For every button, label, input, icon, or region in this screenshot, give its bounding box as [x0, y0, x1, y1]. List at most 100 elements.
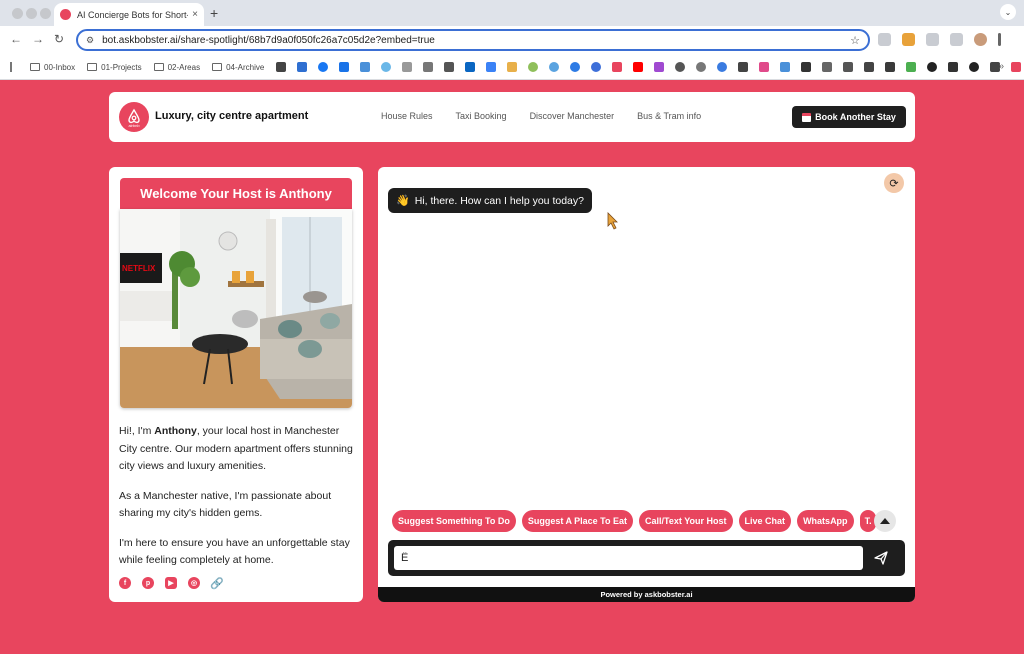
close-window-button[interactable] [12, 8, 23, 19]
bookmark-icon[interactable] [843, 62, 854, 72]
bookmark-icon[interactable] [612, 62, 623, 72]
nav-link-bus-tram-info[interactable]: Bus & Tram info [637, 111, 701, 121]
link-icon[interactable]: 🔗 [210, 577, 224, 590]
chip-call-text-your-host[interactable]: Call/Text Your Host [639, 510, 733, 532]
tab-close-icon[interactable]: × [192, 9, 198, 20]
bookmark-icon[interactable] [675, 62, 686, 72]
chat-input-bar [388, 540, 905, 576]
host-name: Anthony [154, 425, 197, 437]
puzzle-icon[interactable] [950, 33, 963, 46]
extension-icon[interactable] [902, 33, 915, 46]
bookmark-icon[interactable] [276, 62, 287, 72]
bookmark-icon[interactable] [633, 62, 644, 72]
mouse-cursor-icon [607, 212, 618, 230]
extension-icons [878, 33, 1001, 46]
site-header: airbnb Luxury, city centre apartment Hou… [109, 92, 915, 142]
book-another-stay-button[interactable]: Book Another Stay [792, 106, 906, 128]
chat-message-input[interactable] [394, 546, 863, 570]
back-icon[interactable]: ← [10, 32, 22, 46]
site-settings-icon[interactable]: ⚙ [86, 35, 94, 46]
chip-suggest-something-to-do[interactable]: Suggest Something To Do [392, 510, 516, 532]
scroll-up-button[interactable] [874, 510, 896, 532]
bookmark-icon[interactable] [339, 62, 350, 72]
logo-text: airbnb [128, 123, 140, 128]
bookmark-icon[interactable] [906, 62, 917, 72]
bookmark-icon[interactable] [570, 62, 581, 72]
bookmarks-overflow-button[interactable]: » [998, 61, 1004, 72]
globe-icon[interactable]: ◎ [188, 577, 200, 589]
bookmark-icon[interactable] [1011, 62, 1022, 72]
bookmark-icon[interactable] [738, 62, 749, 72]
suggestion-chips: Suggest Something To Do Suggest A Place … [392, 510, 876, 532]
tab-search-icon[interactable]: ⌄ [1000, 4, 1016, 20]
chip-live-chat[interactable]: Live Chat [738, 510, 792, 532]
bookmark-icon[interactable] [969, 62, 980, 72]
bookmark-icon[interactable] [759, 62, 770, 72]
calendar-icon [802, 112, 812, 122]
address-bar[interactable]: ⚙ bot.askbobster.ai/share-spotlight/68b7… [76, 29, 870, 51]
bookmark-folder[interactable]: 01-Projects [87, 63, 142, 72]
bookmark-icon[interactable] [381, 62, 392, 72]
new-tab-button[interactable]: + [210, 5, 218, 21]
bookmark-icon[interactable] [528, 62, 539, 72]
url-text[interactable]: bot.askbobster.ai/share-spotlight/68b7d9… [102, 35, 850, 46]
bookmark-icon[interactable] [801, 62, 812, 72]
facebook-icon[interactable]: f [119, 577, 131, 589]
minimize-window-button[interactable] [26, 8, 37, 19]
bookmark-icon[interactable] [717, 62, 728, 72]
reload-icon[interactable]: ↻ [54, 32, 64, 46]
chip-suggest-a-place-to-eat[interactable]: Suggest A Place To Eat [521, 510, 634, 532]
refresh-chat-icon[interactable]: ⟳ [884, 173, 904, 193]
pinterest-icon[interactable]: p [142, 577, 154, 589]
airbnb-logo: airbnb [119, 102, 149, 132]
youtube-icon[interactable]: ▶ [165, 577, 177, 589]
bookmark-icon[interactable] [822, 62, 833, 72]
bookmark-icon[interactable] [948, 62, 959, 72]
bio-paragraph: As a Manchester native, I'm passionate a… [119, 489, 332, 520]
bookmark-icon[interactable] [507, 62, 518, 72]
apartment-photo: NETFLIX [120, 209, 352, 408]
maximize-window-button[interactable] [40, 8, 51, 19]
bookmark-folder[interactable]: 00-Inbox [30, 63, 75, 72]
tv-logo-text: NETFLIX [122, 264, 156, 273]
bookmark-icon[interactable] [864, 62, 875, 72]
bookmark-icon[interactable] [297, 62, 308, 72]
tab-title: AI Concierge Bots for Short- [77, 9, 189, 20]
bookmark-icon[interactable] [591, 62, 602, 72]
bookmark-star-icon[interactable]: ☆ [850, 34, 860, 47]
bookmark-icon[interactable] [423, 62, 434, 72]
bookmark-icon[interactable] [360, 62, 371, 72]
bookmark-icon[interactable] [486, 62, 497, 72]
send-icon[interactable] [872, 549, 890, 567]
bookmark-icon[interactable] [885, 62, 896, 72]
host-bio: Hi!, I'm Anthony, your local host in Man… [119, 423, 357, 582]
tab-strip: AI Concierge Bots for Short- × + ⌄ [0, 0, 1024, 26]
nav-link-discover-manchester[interactable]: Discover Manchester [530, 111, 615, 121]
apps-grid-icon[interactable] [10, 62, 12, 72]
bookmark-icon[interactable] [654, 62, 665, 72]
extension-icon[interactable] [926, 33, 939, 46]
bookmark-icon[interactable] [444, 62, 455, 72]
bookmark-folder[interactable]: 04-Archive [212, 63, 264, 72]
bookmark-icon[interactable] [549, 62, 560, 72]
nav-link-taxi-booking[interactable]: Taxi Booking [456, 111, 507, 121]
bookmark-icon[interactable] [402, 62, 413, 72]
browser-tab[interactable]: AI Concierge Bots for Short- × [54, 3, 204, 26]
cast-icon[interactable] [878, 33, 891, 46]
bookmark-icon[interactable] [927, 62, 938, 72]
nav-link-house-rules[interactable]: House Rules [381, 111, 433, 121]
bot-message: 👋 Hi, there. How can I help you today? [388, 188, 592, 213]
bookmark-icon[interactable] [696, 62, 707, 72]
folder-icon [87, 63, 98, 71]
bookmark-icon[interactable] [465, 62, 476, 72]
header-nav: House Rules Taxi Booking Discover Manche… [381, 111, 701, 121]
forward-icon[interactable]: → [32, 32, 44, 46]
profile-avatar-icon[interactable] [974, 33, 987, 46]
menu-icon[interactable] [998, 33, 1001, 46]
bookmark-icon[interactable] [318, 62, 329, 72]
folder-icon [153, 63, 164, 71]
bookmark-folder[interactable]: 02-Areas [153, 63, 200, 72]
chip-whatsapp[interactable]: WhatsApp [797, 510, 854, 532]
bookmark-icon[interactable] [780, 62, 791, 72]
browser-chrome: AI Concierge Bots for Short- × + ⌄ ← → ↻… [0, 0, 1024, 80]
